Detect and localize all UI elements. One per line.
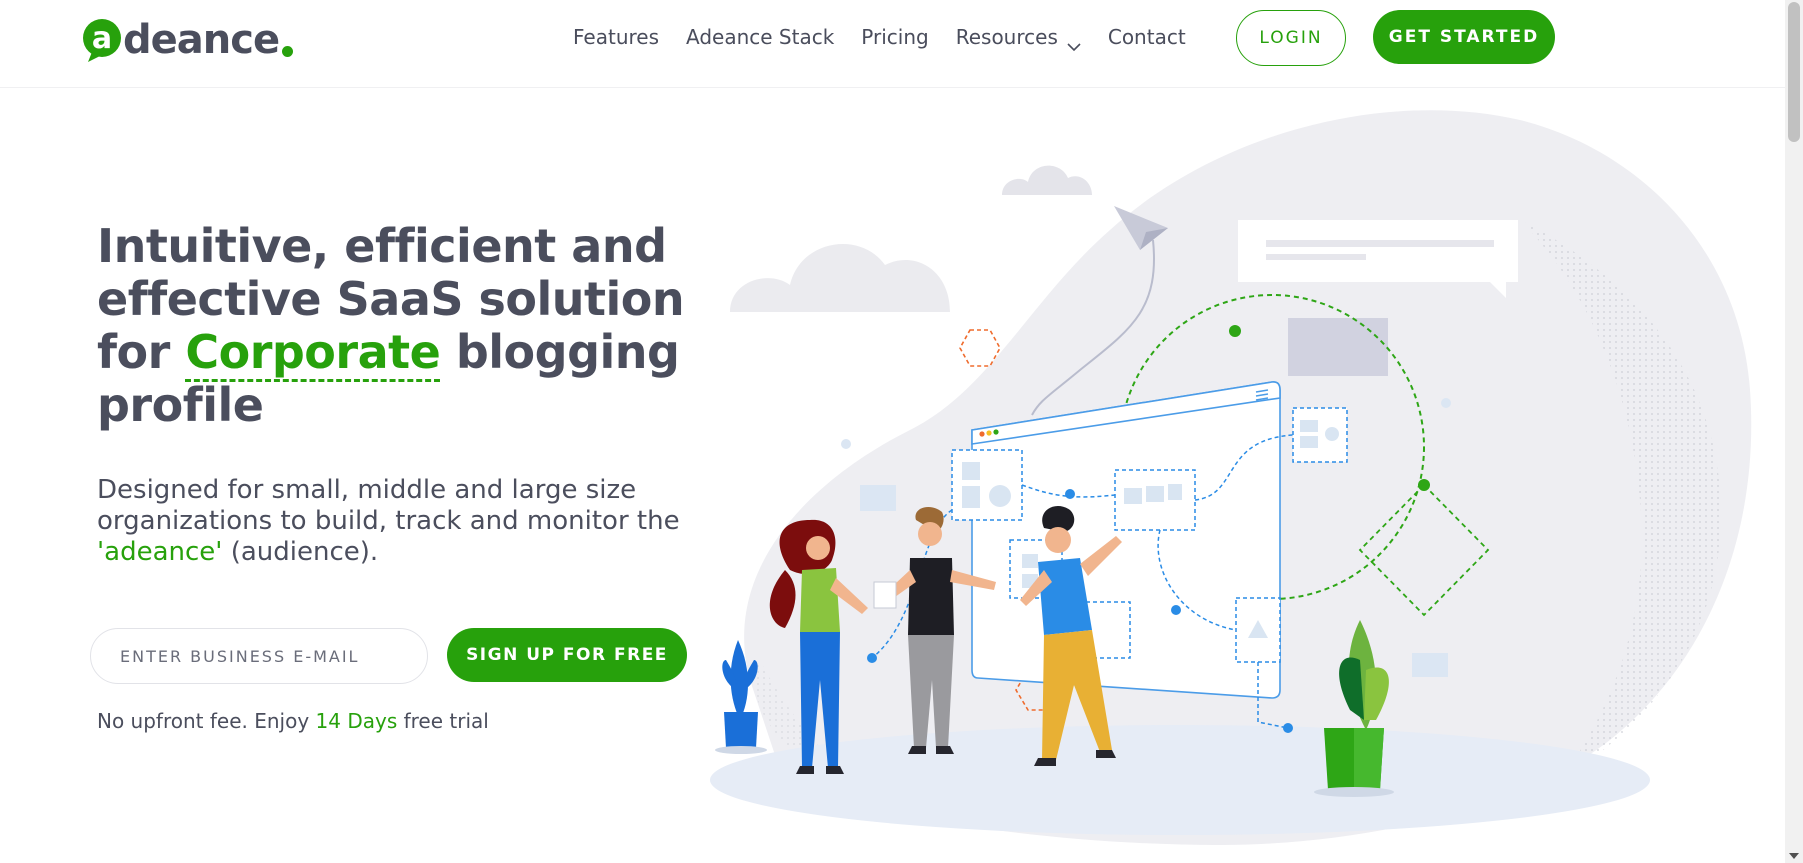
nav-item-resources[interactable]: Resources <box>955 25 1081 51</box>
sign-up-button[interactable]: SIGN UP FOR FREE <box>447 628 687 682</box>
chevron-down-icon <box>1067 33 1081 51</box>
nav-item-features[interactable]: Features <box>573 25 659 49</box>
headline-highlight: Corporate <box>185 325 441 382</box>
trial-note: No upfront fee. Enjoy 14 Days free trial <box>97 709 489 733</box>
logo-a-mark-icon: a <box>82 18 122 62</box>
adeance-logo[interactable]: a deance <box>82 16 294 64</box>
nav-item-contact[interactable]: Contact <box>1108 25 1186 49</box>
team-dashboard-illustration <box>710 110 1752 846</box>
svg-text:a: a <box>92 21 112 56</box>
logo-dot <box>282 45 294 57</box>
logo-text: deance <box>123 17 280 63</box>
trial-text-1: No upfront fee. Enjoy <box>97 709 316 733</box>
login-button[interactable]: LOGIN <box>1236 10 1346 66</box>
page-scrollbar[interactable] <box>1785 0 1803 863</box>
trial-highlight: 14 Days <box>315 709 398 733</box>
get-started-button[interactable]: GET STARTED <box>1373 10 1555 64</box>
subtext-2: (audience). <box>222 537 379 567</box>
nav-item-adeance-stack[interactable]: Adeance Stack <box>686 25 834 49</box>
scrollbar-thumb[interactable] <box>1788 2 1800 142</box>
nav-item-resources-label: Resources <box>955 25 1058 49</box>
main-nav: Features Adeance Stack Pricing Resources… <box>573 16 1213 58</box>
hero-subtext: Designed for small, middle and large siz… <box>97 475 697 568</box>
subtext-highlight: 'adeance' <box>97 537 223 567</box>
trial-text-2: free trial <box>397 709 489 733</box>
hero-headline: Intuitive, efficient and effective SaaS … <box>97 220 697 432</box>
scroll-down-arrow-icon[interactable] <box>1789 853 1799 859</box>
nav-item-pricing[interactable]: Pricing <box>861 25 928 49</box>
site-header: a deance Features Adeance Stack Pricing … <box>0 0 1785 88</box>
subtext-1: Designed for small, middle and large siz… <box>97 475 680 536</box>
business-email-input[interactable] <box>90 628 428 684</box>
hero-illustration <box>660 100 1780 863</box>
